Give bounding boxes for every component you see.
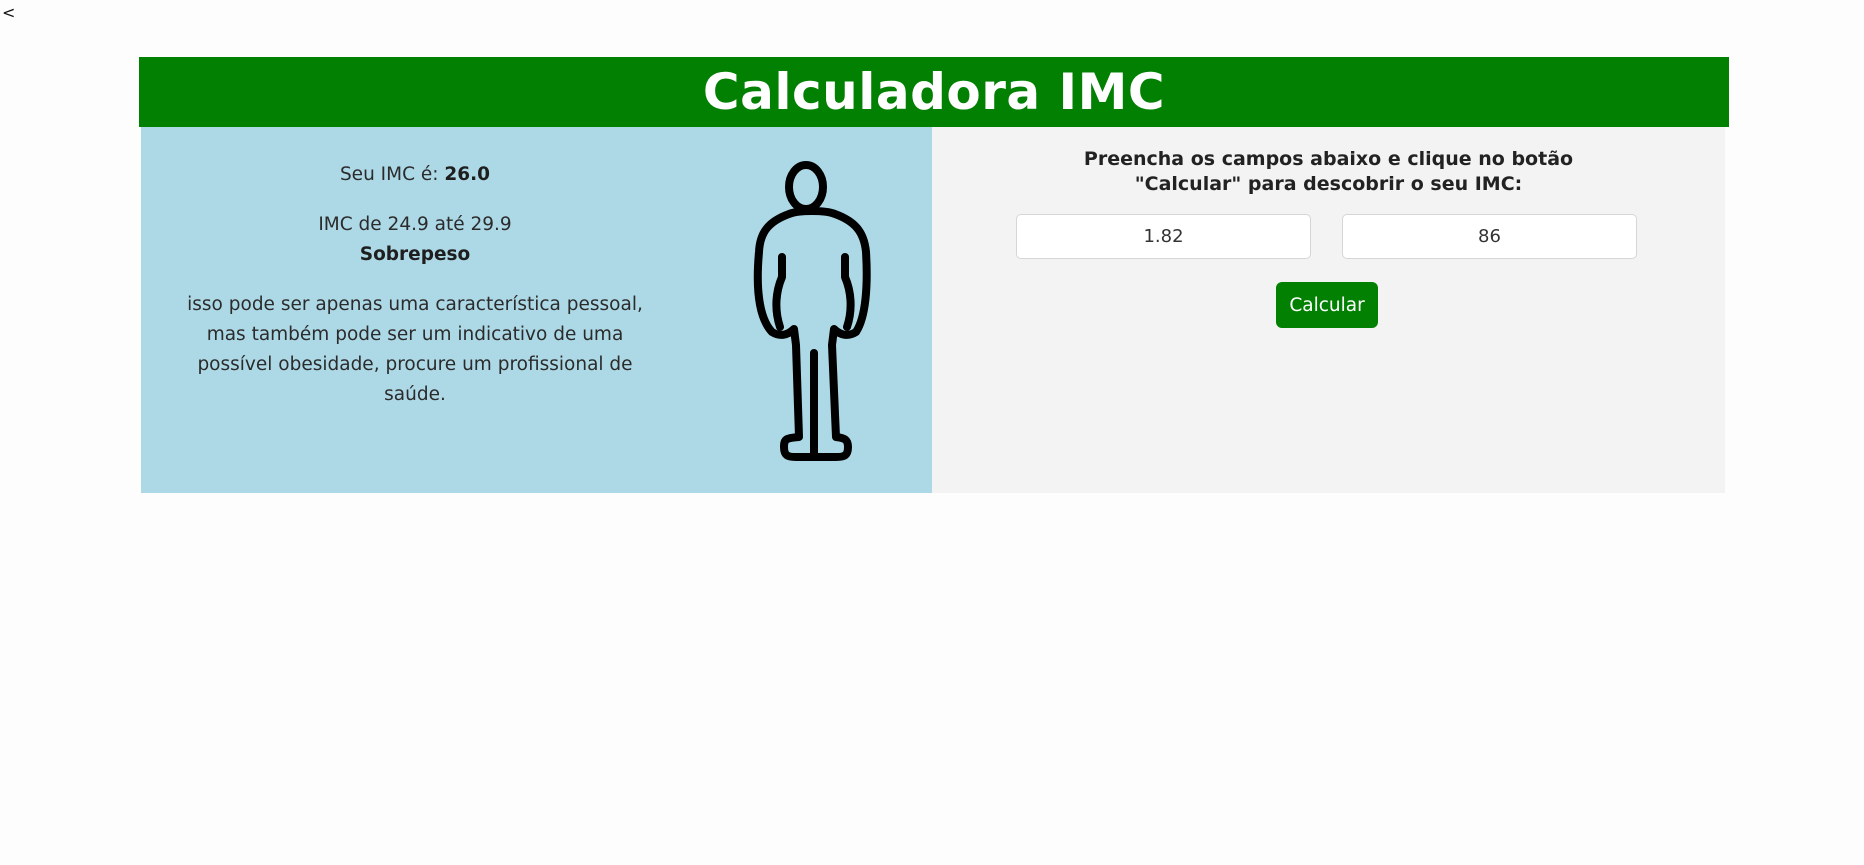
bmi-range: IMC de 24.9 até 29.9 — [318, 214, 512, 235]
form-instructions: Preencha os campos abaixo e clique no bo… — [932, 147, 1725, 197]
form-panel: Preencha os campos abaixo e clique no bo… — [932, 127, 1725, 493]
bmi-description: isso pode ser apenas uma característica … — [187, 294, 643, 405]
height-input[interactable] — [1016, 214, 1311, 259]
instructions-line-1: Preencha os campos abaixo e clique no bo… — [1083, 148, 1574, 170]
person-overweight-icon — [753, 161, 871, 461]
calculate-button[interactable]: Calcular — [1276, 282, 1378, 328]
bmi-calculator: Calculadora IMC Seu IMC é: 26.0 IMC de 2… — [139, 57, 1729, 493]
bmi-score-label: Seu IMC é: — [339, 164, 445, 185]
bmi-category: Sobrepeso — [359, 244, 471, 265]
bmi-score-line: Seu IMC é: 26.0 — [177, 160, 653, 190]
weight-input[interactable] — [1342, 214, 1637, 259]
page-title: Calculadora IMC — [139, 57, 1729, 127]
back-link[interactable]: < — [2, 3, 15, 22]
bmi-score-value: 26.0 — [444, 164, 491, 185]
result-panel: Seu IMC é: 26.0 IMC de 24.9 até 29.9 Sob… — [141, 127, 932, 493]
bmi-range-block: IMC de 24.9 até 29.9 Sobrepeso — [177, 210, 653, 270]
content-area: Seu IMC é: 26.0 IMC de 24.9 até 29.9 Sob… — [139, 127, 1729, 493]
instructions-line-2: "Calcular" para descobrir o seu IMC: — [1134, 173, 1523, 195]
result-text: Seu IMC é: 26.0 IMC de 24.9 até 29.9 Sob… — [177, 160, 653, 410]
